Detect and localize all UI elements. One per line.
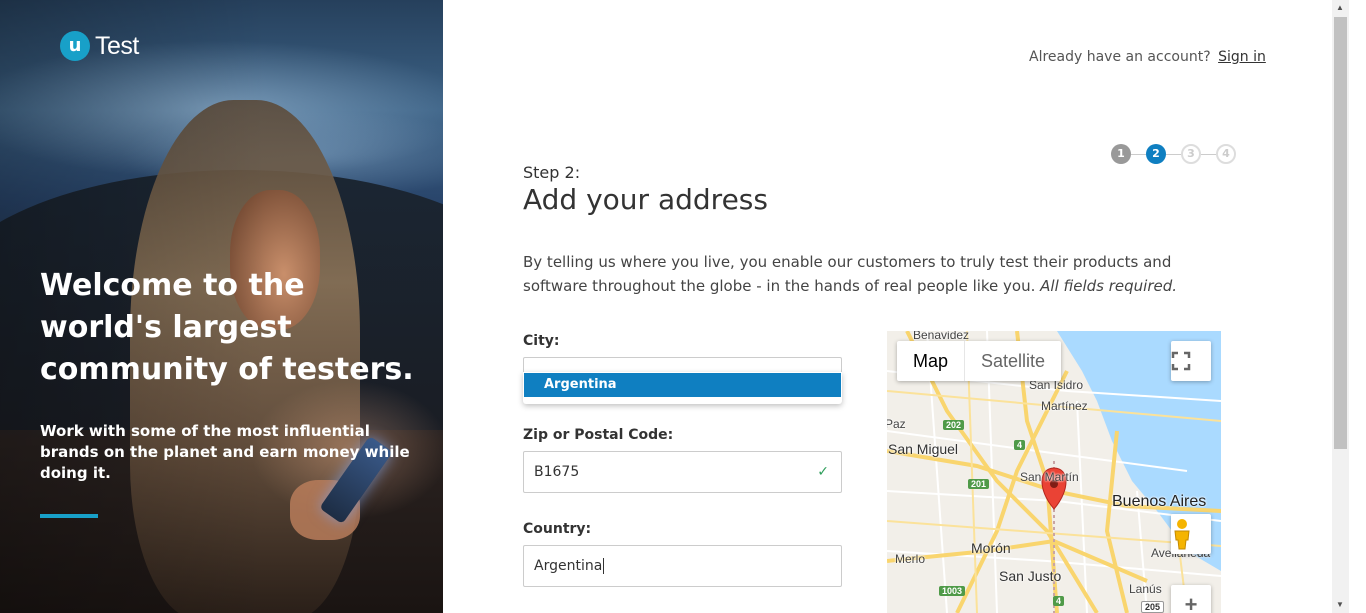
route-badge: 202 [943,420,965,430]
step-connector [1166,153,1181,155]
plus-icon: + [1184,592,1198,613]
country-input[interactable]: Argentina [523,545,842,587]
step-label: Step 2: [523,163,581,182]
zoom-in-button[interactable]: + [1171,585,1211,613]
scroll-thumb[interactable] [1334,17,1347,449]
hero-panel: u Test Welcome to the world's largest co… [0,0,443,613]
map-type-map-button[interactable]: Map [897,341,964,381]
page-title: Add your address [523,183,768,216]
step-2-indicator: 2 [1146,144,1166,164]
route-badge: 205 [1141,601,1165,613]
logo-mark: u [60,31,90,61]
street-view-pegman-button[interactable] [1171,514,1211,554]
scroll-up-arrow-icon[interactable]: ▲ [1336,3,1344,12]
scroll-down-arrow-icon[interactable]: ▼ [1336,600,1344,609]
map-label-merlo: Merlo [895,552,926,566]
zip-label: Zip or Postal Code: [523,427,674,443]
step-connector [1201,153,1216,155]
step-1-indicator: 1 [1111,144,1131,164]
fullscreen-button[interactable] [1171,341,1211,381]
route-badge: 4 [1053,596,1065,606]
check-icon: ✓ [817,464,829,480]
map-label-san-martin: San Martín [1020,470,1079,484]
pegman-icon [1174,519,1190,550]
step-3-indicator: 3 [1181,144,1201,164]
map-label-moron: Morón [971,540,1011,556]
hero-accent-bar [40,514,98,518]
city-autocomplete-dropdown: Argentina [523,372,842,404]
map-label-martinez: Martínez [1041,399,1088,413]
city-label: City: [523,333,560,349]
step-connector [1131,153,1146,155]
logo-text: Test [95,31,139,60]
map-label-san-justo: San Justo [999,568,1062,584]
intro-text: By telling us where you live, you enable… [523,250,1223,298]
country-value: Argentina [534,558,603,574]
account-prompt-text: Already have an account? [1029,49,1211,65]
sign-in-link[interactable]: Sign in [1218,49,1266,65]
zip-input[interactable]: B1675 ✓ [523,451,842,493]
map-type-control: Map Satellite [897,341,1062,381]
city-suggestion-item[interactable]: Argentina [524,373,841,397]
progress-stepper: 1 2 3 4 [1111,144,1236,164]
map-label-buenos-aires: Buenos Aires [1112,493,1207,510]
text-cursor [603,558,605,574]
zip-value: B1675 [534,464,580,480]
step-4-indicator: 4 [1216,144,1236,164]
fullscreen-icon [1171,351,1191,371]
page-scrollbar[interactable]: ▲ ▼ [1332,0,1349,613]
hero-title: Welcome to the world's largest community… [40,268,414,387]
utest-logo[interactable]: u Test [60,31,139,61]
route-badge: 4 [1014,440,1026,450]
route-badge: 201 [968,479,990,489]
map-label-san-miguel: San Miguel [888,441,959,457]
intro-required-note: All fields required. [1040,277,1178,295]
map-label-paz: Paz [887,417,906,431]
map-type-satellite-button[interactable]: Satellite [964,341,1061,381]
location-map[interactable]: Benavidez San Isidro Martínez Paz San Mi… [887,331,1221,613]
signin-prompt: Already have an account? Sign in [1029,49,1266,65]
route-badge: 1003 [939,586,966,596]
map-label-lanus: Lanús [1129,582,1162,596]
hero-subtitle: Work with some of the most influential b… [40,422,410,482]
country-label: Country: [523,521,592,537]
